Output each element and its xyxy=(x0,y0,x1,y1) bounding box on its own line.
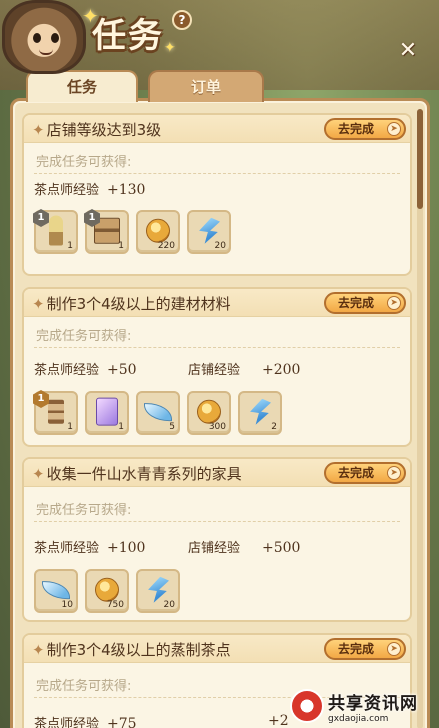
shop-exp: +2 xyxy=(268,713,289,728)
star-bullet-icon: ✦ xyxy=(32,295,45,313)
arrow-right-icon: ➤ xyxy=(387,122,401,136)
reward-label: 完成任务可获得: xyxy=(36,503,132,518)
task-card-header: ✦ 店铺等级达到3级 去完成 ➤ xyxy=(24,115,410,143)
scrollbar-thumb[interactable] xyxy=(417,109,423,209)
hourglass-icon xyxy=(48,399,64,424)
avatar-mouth xyxy=(39,49,53,55)
star-bullet-icon: ✦ xyxy=(32,121,45,139)
leaf-icon xyxy=(42,581,70,600)
task-card-header: ✦ 制作3个4级以上的蒸制茶点 去完成 ➤ xyxy=(24,635,410,663)
watermark-url: gxdaojia.com xyxy=(328,713,389,724)
star-bullet-icon: ✦ xyxy=(32,465,45,483)
arrow-right-icon: ➤ xyxy=(387,642,401,656)
gem-icon xyxy=(148,576,169,603)
task-card-header: ✦ 收集一件山水青青系列的家具 去完成 ➤ xyxy=(24,459,410,487)
tab-orders[interactable]: 订单 xyxy=(148,70,264,102)
plant-furniture-icon xyxy=(49,215,63,246)
go-complete-label: 去完成 xyxy=(338,466,375,480)
gem-icon xyxy=(250,398,271,425)
reward-item[interactable]: 10 xyxy=(34,569,78,613)
go-complete-label: 去完成 xyxy=(338,296,375,310)
star-bullet-icon: ✦ xyxy=(32,641,45,659)
task-panel: ✦ 店铺等级达到3级 去完成 ➤ 完成任务可获得: 茶点师经验 +130 11 11 … xyxy=(10,98,430,728)
tea-master-exp: 茶点师经验 +75 xyxy=(34,716,137,728)
task-title: 制作3个4级以上的蒸制茶点 xyxy=(46,641,231,659)
shop-exp: 店铺经验 +200 xyxy=(188,362,301,378)
reward-item[interactable]: 2 xyxy=(238,391,282,435)
divider xyxy=(34,521,400,522)
reward-item[interactable]: 20 xyxy=(136,569,180,613)
coin-icon xyxy=(146,218,170,243)
task-card: ✦ 制作3个4级以上的建材材料 去完成 ➤ 完成任务可获得: 茶点师经验 +50 店铺… xyxy=(22,287,412,447)
divider xyxy=(34,173,400,174)
sparkle-icon: ✦ xyxy=(164,40,176,56)
go-complete-button[interactable]: 去完成 ➤ xyxy=(324,118,406,140)
task-title: 制作3个4级以上的建材材料 xyxy=(46,295,231,313)
leaf-icon xyxy=(144,403,172,422)
avatar-left-eye xyxy=(33,33,41,43)
reward-label: 完成任务可获得: xyxy=(36,679,132,694)
tab-tasks[interactable]: 任务 xyxy=(26,70,138,102)
reward-items: 11 1 5 300 2 xyxy=(33,390,282,435)
watermark-name: 共享资讯网 xyxy=(328,693,418,714)
go-complete-button[interactable]: 去完成 ➤ xyxy=(324,462,406,484)
divider xyxy=(34,347,400,348)
reward-item[interactable]: 300 xyxy=(187,391,231,435)
reward-item[interactable]: 750 xyxy=(85,569,129,613)
go-complete-button[interactable]: 去完成 ➤ xyxy=(324,292,406,314)
watermark-logo-icon xyxy=(290,689,324,723)
reward-item[interactable]: 11 xyxy=(33,209,78,254)
ticket-icon xyxy=(96,397,118,426)
task-title: 店铺等级达到3级 xyxy=(46,121,162,139)
reward-item[interactable]: 1 xyxy=(85,391,129,435)
tea-master-exp: 茶点师经验 +50 xyxy=(34,362,137,378)
close-button[interactable]: ✕ xyxy=(396,40,420,64)
coin-icon xyxy=(95,577,119,602)
go-complete-label: 去完成 xyxy=(338,122,375,136)
gem-icon xyxy=(199,217,220,244)
go-complete-label: 去完成 xyxy=(338,642,375,656)
scrollbar[interactable] xyxy=(417,109,423,728)
task-card: ✦ 店铺等级达到3级 去完成 ➤ 完成任务可获得: 茶点师经验 +130 11 11 … xyxy=(22,113,412,276)
reward-label: 完成任务可获得: xyxy=(36,155,132,170)
tea-master-exp: 茶点师经验 +130 xyxy=(34,182,146,198)
reward-item[interactable]: 220 xyxy=(136,210,180,254)
reward-item[interactable]: 20 xyxy=(187,210,231,254)
reward-item[interactable]: 11 xyxy=(33,390,78,435)
monkey-avatar xyxy=(2,0,86,74)
reward-item[interactable]: 11 xyxy=(84,209,129,254)
shop-exp: 店铺经验 +500 xyxy=(188,540,301,556)
coin-icon xyxy=(197,399,221,424)
go-complete-button[interactable]: 去完成 ➤ xyxy=(324,638,406,660)
reward-items: 11 11 220 20 xyxy=(33,209,231,254)
help-button[interactable]: ? xyxy=(172,10,192,30)
arrow-right-icon: ➤ xyxy=(387,296,401,310)
task-title: 收集一件山水青青系列的家具 xyxy=(46,465,242,483)
task-card: ✦ 收集一件山水青青系列的家具 去完成 ➤ 完成任务可获得: 茶点师经验 +100 店… xyxy=(22,457,412,622)
page-title: 任务 xyxy=(92,16,164,56)
tea-master-exp: 茶点师经验 +100 xyxy=(34,540,146,556)
reward-items: 10 750 20 xyxy=(34,569,180,613)
task-card-header: ✦ 制作3个4级以上的建材材料 去完成 ➤ xyxy=(24,289,410,317)
watermark: 共享资讯网 gxdaojia.com xyxy=(290,684,439,728)
arrow-right-icon: ➤ xyxy=(387,466,401,480)
reward-item[interactable]: 5 xyxy=(136,391,180,435)
avatar-right-eye xyxy=(51,33,59,43)
reward-label: 完成任务可获得: xyxy=(36,329,132,344)
